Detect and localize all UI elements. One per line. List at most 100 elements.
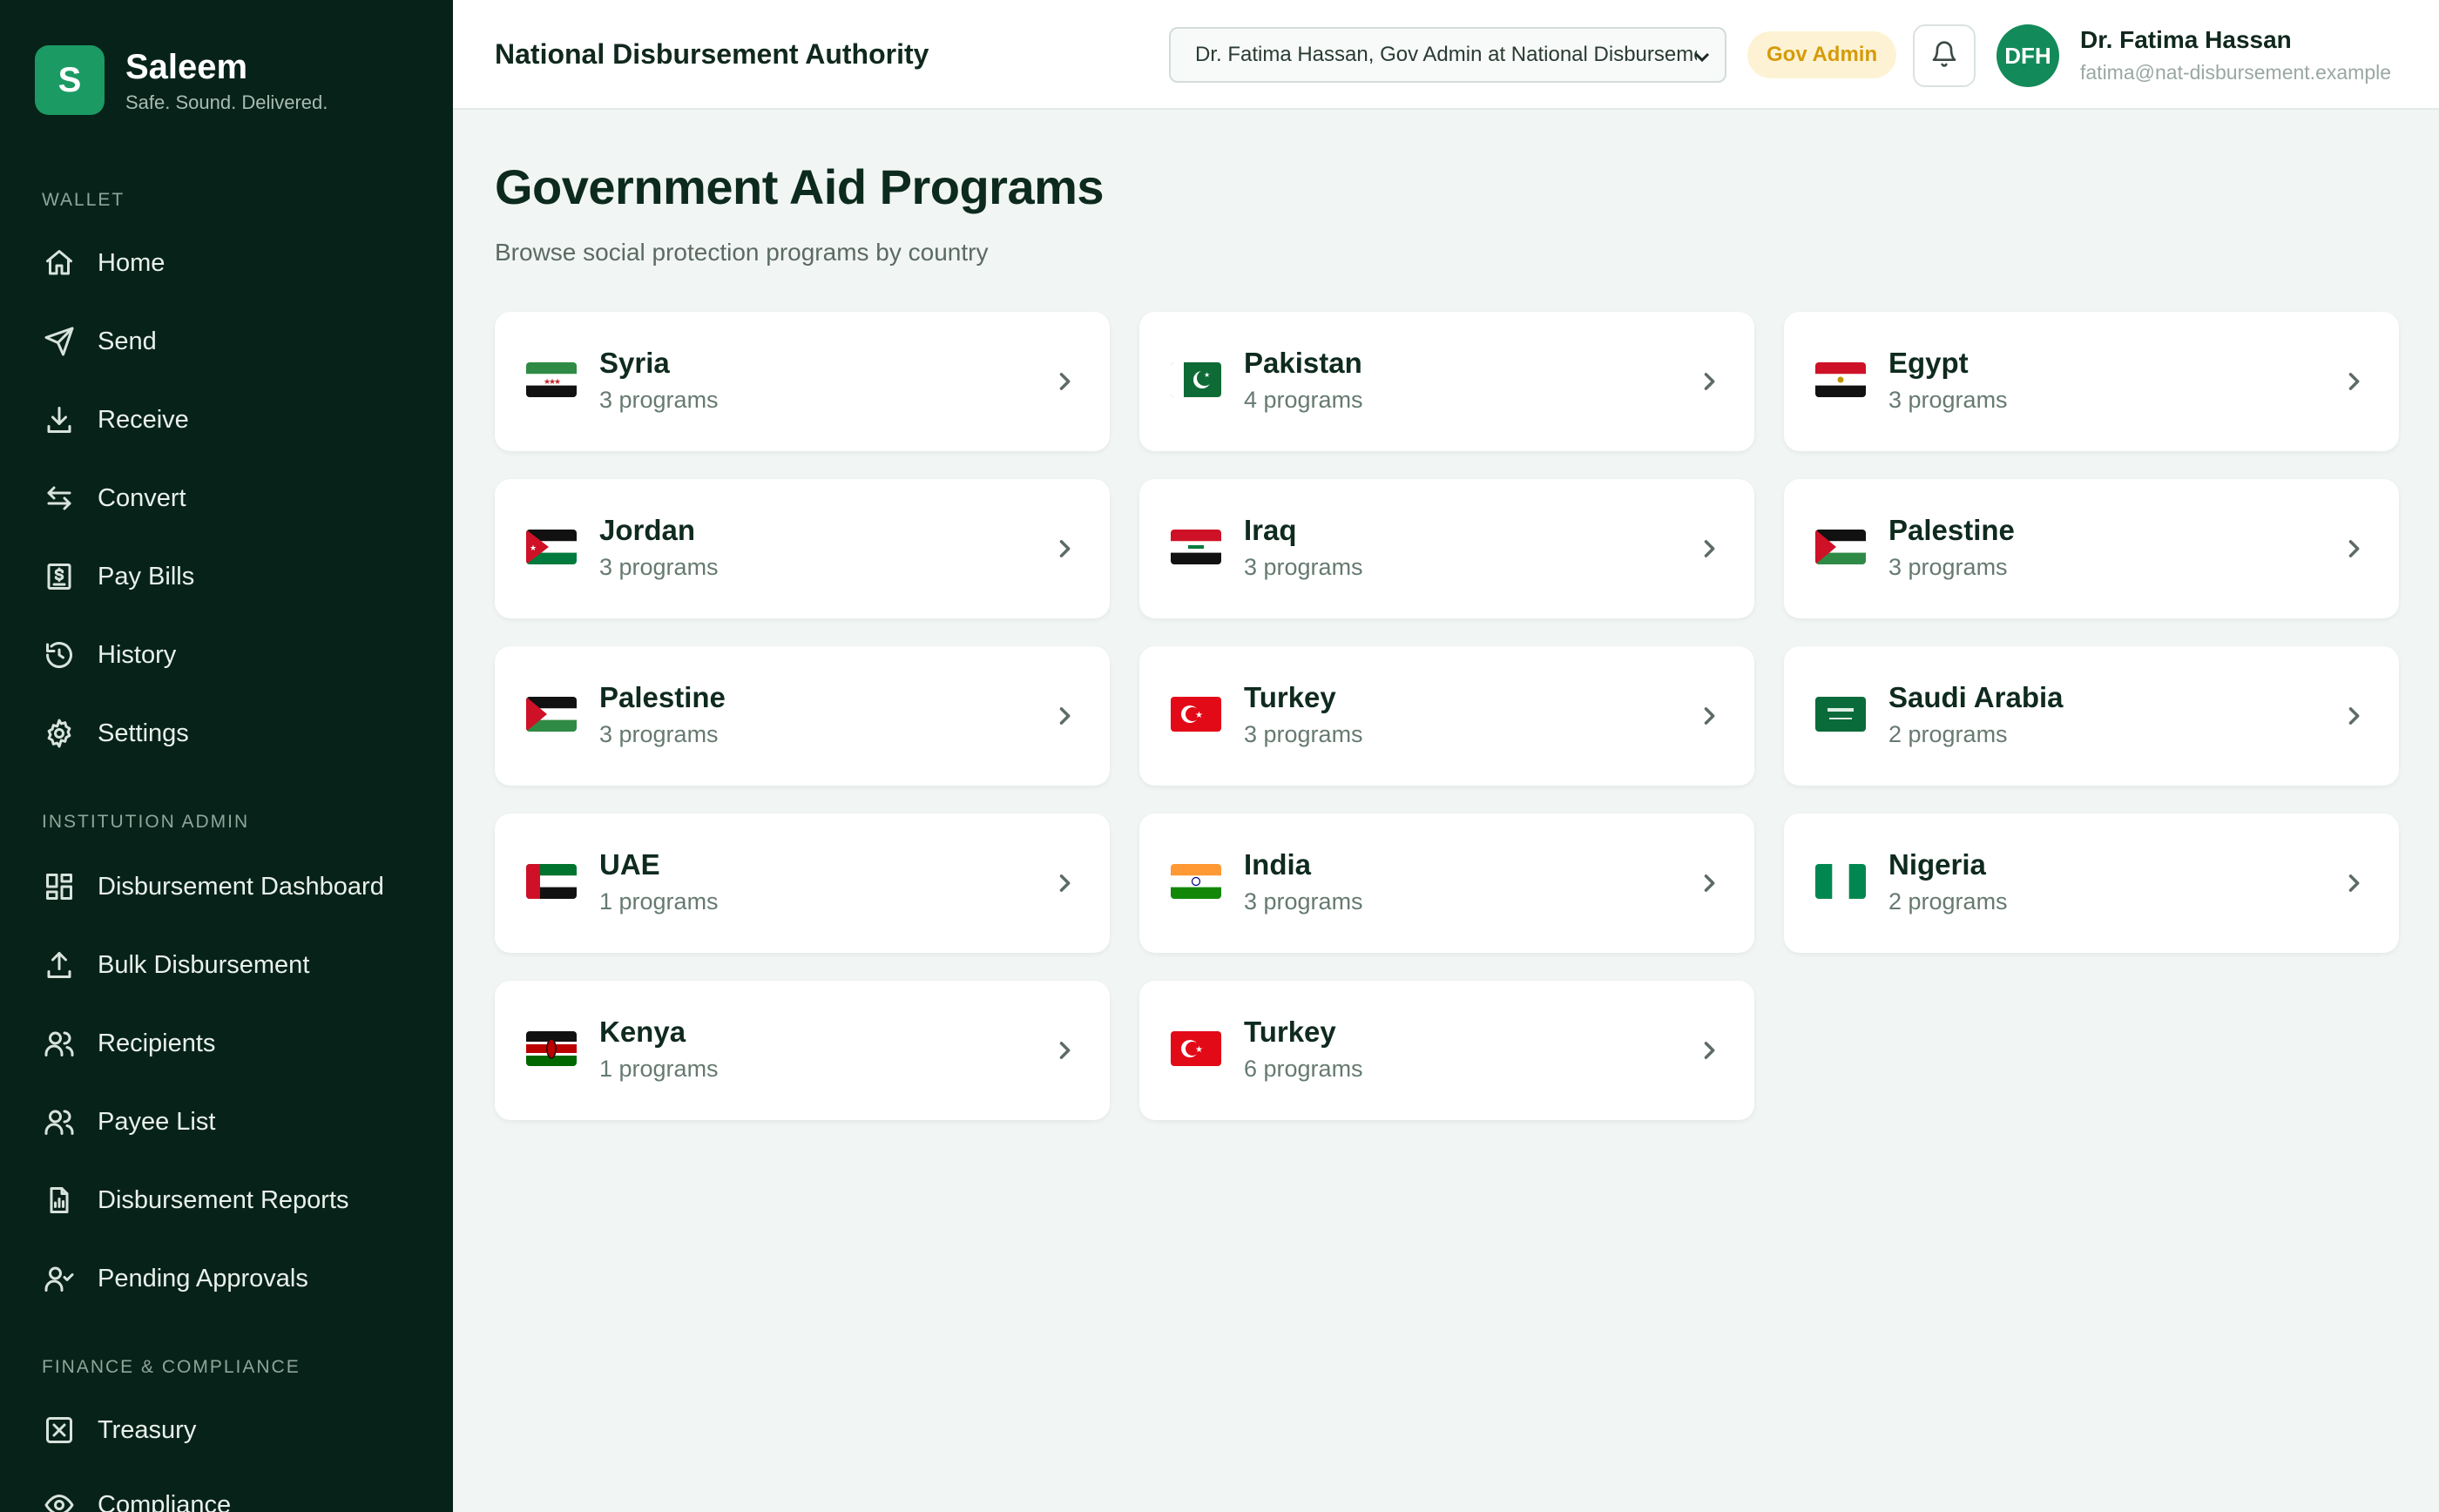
program-count: 4 programs [1244,387,1363,413]
country-name: Turkey [1244,681,1336,713]
sidebar-item-convert[interactable]: Convert [42,472,186,524]
notifications-button[interactable] [1913,24,1976,87]
sidebar-item-label: Recipients [98,1029,216,1057]
program-count: 2 programs [1888,888,2008,915]
dashboard-icon [42,869,77,904]
chevron-right-icon [1697,369,1721,394]
chevron-right-icon [1052,537,1077,561]
sidebar-item-label: Compliance [98,1490,232,1512]
country-card-egypt[interactable]: Egypt 3 programs [1784,312,2399,451]
sidebar-item-label: Pay Bills [98,562,195,591]
user-name: Dr. Fatima Hassan [2080,26,2292,53]
sidebar-item-send[interactable]: Send [42,315,157,368]
brand-tagline: Safe. Sound. Delivered. [125,91,328,113]
page-title: Government Aid Programs [495,159,1105,214]
sidebar-item-label: Bulk Disbursement [98,950,310,979]
country-card-uae[interactable]: UAE 1 programs [495,813,1110,953]
sidebar-item-recipients[interactable]: Recipients [42,1017,215,1070]
program-count: 6 programs [1244,1056,1363,1082]
sidebar-item-treasury[interactable]: Treasury [42,1404,196,1456]
organization-select-value: Dr. Fatima Hassan, Gov Admin at National… [1195,43,1697,66]
country-card-saudi[interactable]: Saudi Arabia 2 programs [1784,646,2399,786]
sidebar-item-label: Payee List [98,1107,216,1136]
section-label-wallet: WALLET [42,190,125,210]
chevron-right-icon [1697,1038,1721,1063]
chevron-right-icon [2341,704,2366,728]
country-name: Kenya [599,1016,686,1048]
country-name: Iraq [1244,514,1297,546]
country-name: Saudi Arabia [1888,681,2064,713]
flag-icon [526,697,577,732]
sidebar-item-label: Treasury [98,1415,197,1444]
sidebar-item-pay-bills[interactable]: Pay Bills [42,550,194,603]
sidebar-item-label: Disbursement Reports [98,1185,349,1214]
chevron-right-icon [1052,871,1077,895]
flag-icon [1815,362,1866,397]
flag-icon [1815,530,1866,564]
country-card-india[interactable]: India 3 programs [1139,813,1754,953]
sidebar-item-compliance[interactable]: Compliance [42,1479,231,1512]
organization-select[interactable]: Dr. Fatima Hassan, Gov Admin at National… [1169,27,1726,83]
country-name: Pakistan [1244,347,1362,379]
chevron-right-icon [1697,537,1721,561]
sidebar-item-label: Pending Approvals [98,1264,308,1293]
country-name: Turkey [1244,1016,1336,1048]
flag-icon [1171,864,1221,899]
country-card-kenya[interactable]: Kenya 1 programs [495,981,1110,1120]
users-icon [42,1104,77,1139]
program-count: 3 programs [599,554,719,580]
country-name: UAE [599,848,660,881]
user-check-icon [42,1261,77,1296]
country-card-iraq[interactable]: Iraq 3 programs [1139,479,1754,618]
sidebar-item-history[interactable]: History [42,629,176,681]
sidebar-item-bulk-disbursement[interactable]: Bulk Disbursement [42,939,309,991]
svg-text:★: ★ [1195,711,1203,720]
svg-text:★: ★ [549,377,556,386]
country-name: Egypt [1888,347,1969,379]
country-name: Nigeria [1888,848,1986,881]
country-name: Palestine [1888,514,2015,546]
upload-icon [42,948,77,982]
users-icon [42,1026,77,1061]
country-card-palestine[interactable]: Palestine 3 programs [495,646,1110,786]
sidebar-item-disbursement-reports[interactable]: Disbursement Reports [42,1174,349,1226]
sidebar-item-payee-list[interactable]: Payee List [42,1096,215,1148]
bill-icon [42,559,77,594]
home-icon [42,246,77,280]
sidebar-item-pending-approvals[interactable]: Pending Approvals [42,1252,308,1305]
history-icon [42,638,77,672]
sidebar-item-receive[interactable]: Receive [42,394,189,446]
program-count: 1 programs [599,1056,719,1082]
sidebar-item-label: Home [98,248,166,277]
country-card-jordan[interactable]: ★ Jordan 3 programs [495,479,1110,618]
brand-logo: S [35,45,105,115]
country-card-pakistan[interactable]: ★ Pakistan 4 programs [1139,312,1754,451]
svg-text:★: ★ [1195,1045,1203,1055]
country-card-nigeria[interactable]: Nigeria 2 programs [1784,813,2399,953]
country-card-palestine[interactable]: Palestine 3 programs [1784,479,2399,618]
sidebar-item-settings[interactable]: Settings [42,707,189,759]
svg-text:★: ★ [1204,371,1210,379]
program-count: 3 programs [1244,888,1363,915]
country-card-turkey[interactable]: ★ Turkey 6 programs [1139,981,1754,1120]
brand[interactable]: S Saleem Safe. Sound. Delivered. [35,45,328,115]
chevron-down-icon [1692,46,1713,67]
flag-icon: ★ ★ ★ [526,362,577,397]
convert-icon [42,481,77,516]
report-icon [42,1183,77,1218]
program-count: 3 programs [1244,554,1363,580]
program-count: 3 programs [1888,554,2008,580]
country-card-syria[interactable]: ★ ★ ★ Syria 3 programs [495,312,1110,451]
sidebar-item-home[interactable]: Home [42,237,165,289]
program-count: 3 programs [599,387,719,413]
send-icon [42,324,77,359]
avatar[interactable]: DFH [1996,24,2059,87]
country-card-turkey[interactable]: ★ Turkey 3 programs [1139,646,1754,786]
flag-icon: ★ [526,530,577,564]
bell-icon [1930,40,1958,72]
flag-icon: ★ [1171,1031,1221,1066]
program-count: 2 programs [1888,721,2008,747]
sidebar-item-disbursement-dashboard[interactable]: Disbursement Dashboard [42,861,384,913]
flag-icon [1815,697,1866,732]
chevron-right-icon [1052,1038,1077,1063]
